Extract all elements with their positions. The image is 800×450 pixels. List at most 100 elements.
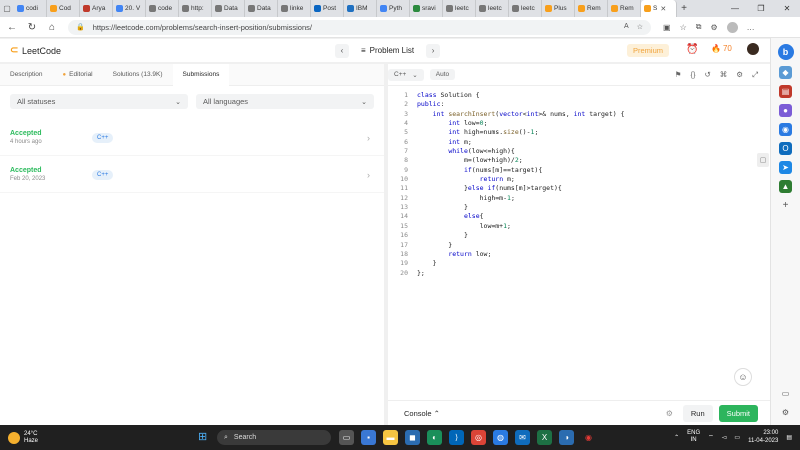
browser-tab[interactable]: linke: [278, 0, 311, 17]
language-filter[interactable]: All languages ⌄: [196, 94, 374, 109]
store-icon[interactable]: ◼: [405, 430, 420, 445]
weather-widget[interactable]: 24°C Haze: [8, 431, 38, 445]
tab-solutions[interactable]: Solutions (13.9K): [103, 64, 173, 86]
new-tab-button[interactable]: +: [677, 3, 691, 14]
page-icon[interactable]: ▢: [757, 153, 769, 167]
send-icon[interactable]: ➤: [779, 161, 792, 174]
run-button[interactable]: Run: [682, 405, 713, 422]
fullscreen-icon[interactable]: ⤢: [752, 70, 758, 80]
console-button[interactable]: Console ⌃: [398, 406, 446, 421]
autocomplete-mode[interactable]: Auto: [429, 69, 456, 80]
premium-button[interactable]: Premium: [627, 44, 670, 57]
submit-button[interactable]: Submit: [718, 405, 758, 422]
browser-tab[interactable]: IBM: [344, 0, 377, 17]
favorites-icon[interactable]: ☆: [680, 23, 687, 32]
file-explorer-icon[interactable]: ▬: [383, 430, 398, 445]
read-aloud-icon[interactable]: A: [624, 23, 629, 31]
extensions-icon[interactable]: ⚙: [710, 23, 717, 32]
tools-icon[interactable]: ▤: [779, 85, 792, 98]
chevron-up-icon[interactable]: ⌃: [674, 434, 679, 441]
window-menu-icon[interactable]: ▢: [0, 0, 14, 17]
sidebar-layout-icon[interactable]: ▭: [779, 387, 792, 400]
language-select[interactable]: C++ ⌄: [388, 68, 424, 81]
browser-tab[interactable]: http:: [179, 0, 212, 17]
bookmark-icon[interactable]: ⚑: [675, 70, 682, 80]
editor-settings-icon[interactable]: ⚙: [736, 70, 743, 80]
url-field[interactable]: 🔒 https://leetcode.com/problems/search-i…: [68, 19, 651, 35]
prev-problem-icon[interactable]: ‹: [335, 43, 349, 58]
streak-counter[interactable]: 🔥 70: [711, 44, 732, 53]
volume-icon[interactable]: ◅: [722, 434, 727, 441]
browser-tab[interactable]: codi: [14, 0, 47, 17]
refresh-icon[interactable]: ↻: [24, 19, 40, 35]
office-icon[interactable]: ◉: [779, 123, 792, 136]
browser-tab[interactable]: 20. V: [113, 0, 146, 17]
home-icon[interactable]: ⌂: [44, 19, 60, 35]
minimize-icon[interactable]: —: [722, 0, 748, 17]
submission-row[interactable]: Accepted 4 hours ago C++ ›: [0, 120, 384, 156]
browser-tab[interactable]: Rem: [608, 0, 641, 17]
copilot-icon[interactable]: b: [777, 44, 794, 60]
browser-tab[interactable]: Data: [245, 0, 278, 17]
more-icon[interactable]: …: [747, 23, 755, 32]
reset-icon[interactable]: ↺: [704, 70, 710, 80]
outlook-icon[interactable]: O: [779, 142, 792, 155]
favorite-icon[interactable]: ☆: [637, 23, 643, 31]
mail-icon[interactable]: ✉: [515, 430, 530, 445]
leetcode-logo[interactable]: ⊂ LeetCode: [10, 45, 61, 56]
tab-submissions[interactable]: Submissions: [172, 63, 230, 86]
browser-tab[interactable]: Rem: [575, 0, 608, 17]
browser-tab[interactable]: leetc: [476, 0, 509, 17]
browser-tab[interactable]: leetc: [443, 0, 476, 17]
profile-icon[interactable]: [726, 21, 738, 33]
edge-browser-icon[interactable]: ◐: [427, 430, 442, 445]
extension-icon[interactable]: ▣: [663, 23, 671, 32]
avatar[interactable]: [747, 43, 759, 55]
problem-list-button[interactable]: ≡ Problem List: [355, 46, 420, 55]
chrome-icon[interactable]: ◎: [471, 430, 486, 445]
games-icon[interactable]: ▲: [779, 180, 792, 193]
people-icon[interactable]: ●: [779, 104, 792, 117]
next-problem-icon[interactable]: ›: [426, 43, 441, 58]
battery-icon[interactable]: ▭: [734, 434, 740, 441]
browser-tab[interactable]: Post: [311, 0, 344, 17]
debug-icon[interactable]: ⚙: [666, 409, 673, 418]
browser-tab[interactable]: Data: [212, 0, 245, 17]
vscode-icon[interactable]: ⟩: [449, 430, 464, 445]
close-tab-icon[interactable]: ✕: [660, 5, 666, 13]
recorder-icon[interactable]: ◉: [581, 430, 596, 445]
collections-icon[interactable]: ⧉: [696, 22, 702, 32]
edge-icon[interactable]: ◍: [493, 430, 508, 445]
close-window-icon[interactable]: ✕: [774, 0, 800, 17]
task-view-icon[interactable]: ▭: [339, 430, 354, 445]
chat-icon[interactable]: ☺: [734, 368, 752, 386]
browser-tab[interactable]: S ✕: [641, 0, 677, 17]
wifi-icon[interactable]: ⌔: [708, 433, 714, 441]
windows-start-icon[interactable]: ⊞: [198, 432, 209, 443]
tab-editorial[interactable]: ● Editorial: [53, 64, 103, 86]
braces-icon[interactable]: {}: [690, 70, 695, 80]
browser-tab[interactable]: code: [146, 0, 179, 17]
add-icon[interactable]: +: [779, 199, 792, 212]
shortcut-icon[interactable]: ⌘: [720, 70, 728, 80]
browser-tab[interactable]: sravi: [410, 0, 443, 17]
browser-tab[interactable]: leetc: [509, 0, 542, 17]
teams-icon[interactable]: ▪: [361, 430, 376, 445]
browser-tab[interactable]: Pyth: [377, 0, 410, 17]
excel-icon[interactable]: X: [537, 430, 552, 445]
taskbar-search[interactable]: ⌕ Search: [217, 430, 331, 445]
status-filter[interactable]: All statuses ⌄: [10, 94, 188, 109]
input-language[interactable]: ENG IN: [687, 430, 700, 444]
edge-active-icon[interactable]: ◑: [559, 430, 574, 445]
submission-row[interactable]: Accepted Feb 20, 2023 C++ ›: [0, 157, 384, 193]
tab-description[interactable]: Description: [0, 64, 53, 86]
tag-icon[interactable]: ◆: [779, 66, 792, 79]
maximize-icon[interactable]: ❐: [748, 0, 774, 17]
clock[interactable]: 23:00 11-04-2023: [748, 429, 778, 445]
alarm-icon[interactable]: ⏰: [686, 44, 698, 55]
back-icon[interactable]: ←: [4, 19, 20, 35]
notification-icon[interactable]: ▤: [786, 434, 792, 441]
browser-tab[interactable]: Cod: [47, 0, 80, 17]
settings-icon[interactable]: ⚙: [779, 406, 792, 419]
code-editor[interactable]: 1 class Solution {2 public: 3 int searchIns…: [388, 91, 770, 278]
